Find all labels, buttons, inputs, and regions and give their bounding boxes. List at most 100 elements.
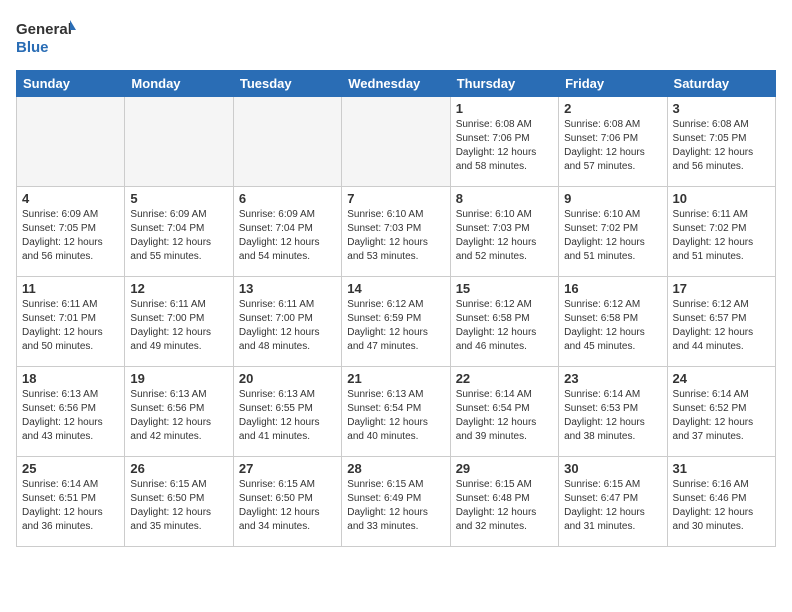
cell-info: Sunrise: 6:08 AM Sunset: 7:05 PM Dayligh… xyxy=(673,118,770,174)
calendar-cell: 11 Sunrise: 6:11 AM Sunset: 7:01 PM Dayli… xyxy=(17,277,125,367)
cell-info: Sunrise: 6:12 AM Sunset: 6:58 PM Dayligh… xyxy=(564,298,661,354)
cell-info: Sunrise: 6:08 AM Sunset: 7:06 PM Dayligh… xyxy=(456,118,553,174)
day-number: 17 xyxy=(673,281,770,296)
cell-info: Sunrise: 6:12 AM Sunset: 6:57 PM Dayligh… xyxy=(673,298,770,354)
cell-info: Sunrise: 6:11 AM Sunset: 7:00 PM Dayligh… xyxy=(130,298,227,354)
day-number: 26 xyxy=(130,461,227,476)
calendar-cell: 3 Sunrise: 6:08 AM Sunset: 7:05 PM Daylig… xyxy=(667,97,775,187)
cell-info: Sunrise: 6:11 AM Sunset: 7:00 PM Dayligh… xyxy=(239,298,336,354)
cell-info: Sunrise: 6:15 AM Sunset: 6:50 PM Dayligh… xyxy=(239,478,336,534)
day-header-thursday: Thursday xyxy=(450,71,558,97)
cell-info: Sunrise: 6:09 AM Sunset: 7:05 PM Dayligh… xyxy=(22,208,119,264)
day-number: 11 xyxy=(22,281,119,296)
calendar-cell: 1 Sunrise: 6:08 AM Sunset: 7:06 PM Daylig… xyxy=(450,97,558,187)
day-number: 14 xyxy=(347,281,444,296)
svg-text:General: General xyxy=(16,21,72,38)
cell-info: Sunrise: 6:13 AM Sunset: 6:55 PM Dayligh… xyxy=(239,388,336,444)
day-header-wednesday: Wednesday xyxy=(342,71,450,97)
day-header-sunday: Sunday xyxy=(17,71,125,97)
cell-info: Sunrise: 6:11 AM Sunset: 7:02 PM Dayligh… xyxy=(673,208,770,264)
day-number: 29 xyxy=(456,461,553,476)
cell-info: Sunrise: 6:12 AM Sunset: 6:59 PM Dayligh… xyxy=(347,298,444,354)
calendar-cell: 27 Sunrise: 6:15 AM Sunset: 6:50 PM Dayli… xyxy=(233,457,341,547)
day-number: 22 xyxy=(456,371,553,386)
day-header-monday: Monday xyxy=(125,71,233,97)
calendar-table: SundayMondayTuesdayWednesdayThursdayFrid… xyxy=(16,70,776,547)
calendar-cell: 2 Sunrise: 6:08 AM Sunset: 7:06 PM Daylig… xyxy=(559,97,667,187)
day-header-friday: Friday xyxy=(559,71,667,97)
calendar-cell: 16Sunrise: 6:12 AM Sunset: 6:58 PM Dayli… xyxy=(559,277,667,367)
day-number: 27 xyxy=(239,461,336,476)
calendar-cell: 4 Sunrise: 6:09 AM Sunset: 7:05 PM Daylig… xyxy=(17,187,125,277)
calendar-cell: 24Sunrise: 6:14 AM Sunset: 6:52 PM Dayli… xyxy=(667,367,775,457)
calendar-cell: 28 Sunrise: 6:15 AM Sunset: 6:49 PM Dayli… xyxy=(342,457,450,547)
week-row-1: 1 Sunrise: 6:08 AM Sunset: 7:06 PM Daylig… xyxy=(17,97,776,187)
day-number: 20 xyxy=(239,371,336,386)
header-row: SundayMondayTuesdayWednesdayThursdayFrid… xyxy=(17,71,776,97)
cell-info: Sunrise: 6:14 AM Sunset: 6:51 PM Dayligh… xyxy=(22,478,119,534)
calendar-cell: 31 Sunrise: 6:16 AM Sunset: 6:46 PM Dayli… xyxy=(667,457,775,547)
day-header-tuesday: Tuesday xyxy=(233,71,341,97)
cell-info: Sunrise: 6:15 AM Sunset: 6:47 PM Dayligh… xyxy=(564,478,661,534)
calendar-cell: 13 Sunrise: 6:11 AM Sunset: 7:00 PM Dayli… xyxy=(233,277,341,367)
calendar-cell: 29 Sunrise: 6:15 AM Sunset: 6:48 PM Dayli… xyxy=(450,457,558,547)
calendar-cell: 9Sunrise: 6:10 AM Sunset: 7:02 PM Daylig… xyxy=(559,187,667,277)
day-number: 21 xyxy=(347,371,444,386)
calendar-cell: 26 Sunrise: 6:15 AM Sunset: 6:50 PM Dayli… xyxy=(125,457,233,547)
day-number: 5 xyxy=(130,191,227,206)
cell-info: Sunrise: 6:13 AM Sunset: 6:54 PM Dayligh… xyxy=(347,388,444,444)
calendar-cell: 8 Sunrise: 6:10 AM Sunset: 7:03 PM Daylig… xyxy=(450,187,558,277)
day-number: 18 xyxy=(22,371,119,386)
calendar-cell: 10 Sunrise: 6:11 AM Sunset: 7:02 PM Dayli… xyxy=(667,187,775,277)
day-number: 4 xyxy=(22,191,119,206)
day-number: 13 xyxy=(239,281,336,296)
day-number: 12 xyxy=(130,281,227,296)
calendar-cell xyxy=(125,97,233,187)
cell-info: Sunrise: 6:14 AM Sunset: 6:53 PM Dayligh… xyxy=(564,388,661,444)
cell-info: Sunrise: 6:15 AM Sunset: 6:48 PM Dayligh… xyxy=(456,478,553,534)
cell-info: Sunrise: 6:10 AM Sunset: 7:03 PM Dayligh… xyxy=(347,208,444,264)
cell-info: Sunrise: 6:16 AM Sunset: 6:46 PM Dayligh… xyxy=(673,478,770,534)
day-number: 3 xyxy=(673,101,770,116)
day-number: 9 xyxy=(564,191,661,206)
cell-info: Sunrise: 6:11 AM Sunset: 7:01 PM Dayligh… xyxy=(22,298,119,354)
calendar-cell: 12 Sunrise: 6:11 AM Sunset: 7:00 PM Dayli… xyxy=(125,277,233,367)
day-number: 1 xyxy=(456,101,553,116)
calendar-cell xyxy=(342,97,450,187)
calendar-cell: 25 Sunrise: 6:14 AM Sunset: 6:51 PM Dayli… xyxy=(17,457,125,547)
day-number: 30 xyxy=(564,461,661,476)
calendar-cell: 21 Sunrise: 6:13 AM Sunset: 6:54 PM Dayli… xyxy=(342,367,450,457)
calendar-cell: 18Sunrise: 6:13 AM Sunset: 6:56 PM Dayli… xyxy=(17,367,125,457)
day-number: 2 xyxy=(564,101,661,116)
calendar-cell: 20 Sunrise: 6:13 AM Sunset: 6:55 PM Dayli… xyxy=(233,367,341,457)
calendar-cell: 5 Sunrise: 6:09 AM Sunset: 7:04 PM Daylig… xyxy=(125,187,233,277)
calendar-cell: 14 Sunrise: 6:12 AM Sunset: 6:59 PM Dayli… xyxy=(342,277,450,367)
calendar-cell: 19Sunrise: 6:13 AM Sunset: 6:56 PM Dayli… xyxy=(125,367,233,457)
day-number: 24 xyxy=(673,371,770,386)
day-number: 15 xyxy=(456,281,553,296)
day-number: 19 xyxy=(130,371,227,386)
day-number: 23 xyxy=(564,371,661,386)
day-number: 6 xyxy=(239,191,336,206)
cell-info: Sunrise: 6:08 AM Sunset: 7:06 PM Dayligh… xyxy=(564,118,661,174)
day-number: 31 xyxy=(673,461,770,476)
day-header-saturday: Saturday xyxy=(667,71,775,97)
cell-info: Sunrise: 6:09 AM Sunset: 7:04 PM Dayligh… xyxy=(130,208,227,264)
day-number: 25 xyxy=(22,461,119,476)
calendar-cell: 17 Sunrise: 6:12 AM Sunset: 6:57 PM Dayli… xyxy=(667,277,775,367)
logo-svg: General Blue xyxy=(16,16,76,58)
cell-info: Sunrise: 6:14 AM Sunset: 6:54 PM Dayligh… xyxy=(456,388,553,444)
cell-info: Sunrise: 6:15 AM Sunset: 6:50 PM Dayligh… xyxy=(130,478,227,534)
day-number: 8 xyxy=(456,191,553,206)
calendar-cell: 30 Sunrise: 6:15 AM Sunset: 6:47 PM Dayli… xyxy=(559,457,667,547)
calendar-cell: 7 Sunrise: 6:10 AM Sunset: 7:03 PM Daylig… xyxy=(342,187,450,277)
day-number: 7 xyxy=(347,191,444,206)
cell-info: Sunrise: 6:15 AM Sunset: 6:49 PM Dayligh… xyxy=(347,478,444,534)
cell-info: Sunrise: 6:10 AM Sunset: 7:03 PM Dayligh… xyxy=(456,208,553,264)
day-number: 10 xyxy=(673,191,770,206)
calendar-cell: 22 Sunrise: 6:14 AM Sunset: 6:54 PM Dayli… xyxy=(450,367,558,457)
calendar-cell: 6Sunrise: 6:09 AM Sunset: 7:04 PM Daylig… xyxy=(233,187,341,277)
week-row-4: 18Sunrise: 6:13 AM Sunset: 6:56 PM Dayli… xyxy=(17,367,776,457)
day-number: 28 xyxy=(347,461,444,476)
calendar-cell: 15Sunrise: 6:12 AM Sunset: 6:58 PM Dayli… xyxy=(450,277,558,367)
